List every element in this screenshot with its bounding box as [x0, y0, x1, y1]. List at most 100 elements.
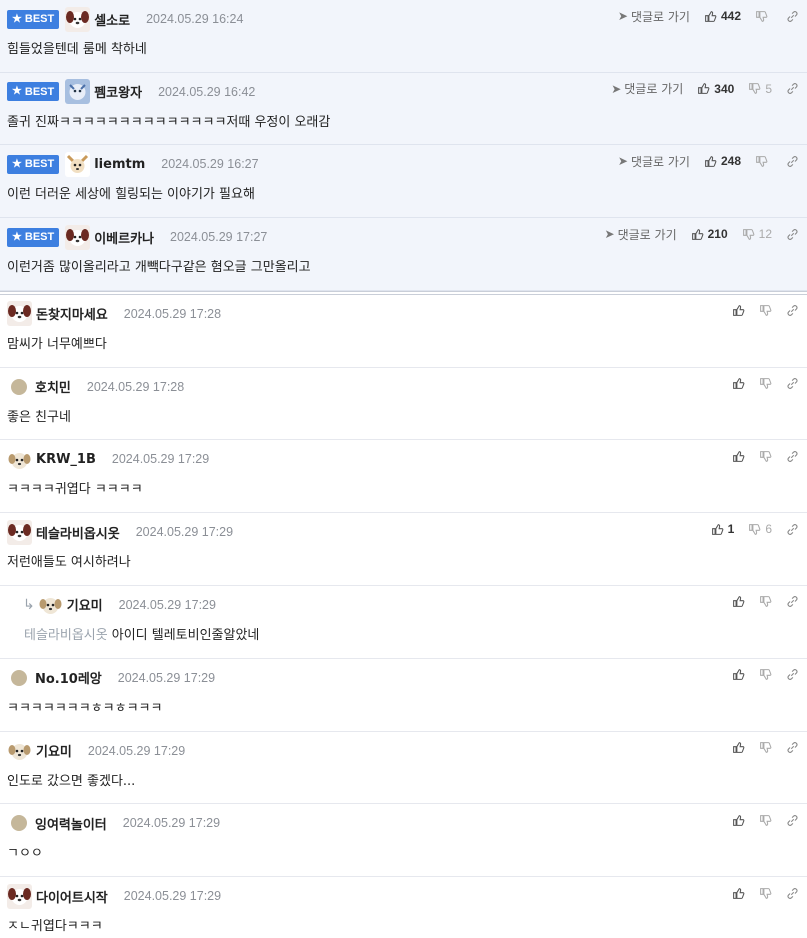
comment-date: 2024.05.29 16:27 — [161, 157, 259, 172]
thumbs-down-icon — [760, 378, 772, 389]
copy-link-button[interactable] — [786, 10, 799, 23]
nickname[interactable]: liemtm — [94, 157, 145, 172]
copy-link-button[interactable] — [786, 304, 799, 317]
avatar[interactable] — [7, 301, 32, 327]
downvote-button[interactable]: 6 — [748, 522, 772, 536]
link-icon — [787, 450, 798, 462]
upvote-count: 340 — [714, 81, 735, 96]
star-icon: ★ — [12, 157, 22, 170]
downvote-button[interactable]: 5 — [748, 82, 772, 96]
copy-link-button[interactable] — [786, 228, 799, 241]
nickname[interactable]: 돈찾지마세요 — [36, 304, 108, 323]
copy-link-button[interactable] — [786, 450, 799, 463]
nickname[interactable]: 셀소로 — [94, 10, 130, 29]
upvote-button[interactable]: 1 — [711, 522, 734, 536]
downvote-button[interactable]: 12 — [742, 227, 772, 241]
reply-arrow-icon: ↳ — [23, 596, 35, 613]
comment-actions — [732, 372, 799, 396]
nickname[interactable]: 펨코왕자 — [94, 82, 142, 101]
avatar[interactable] — [7, 883, 32, 909]
upvote-button[interactable]: 340 — [697, 82, 734, 96]
copy-link-button[interactable] — [786, 377, 799, 390]
upvote-button[interactable] — [732, 887, 745, 900]
copy-link-button[interactable] — [786, 887, 799, 900]
default-avatar-icon[interactable] — [11, 815, 27, 832]
goto-comment-link[interactable]: ➤ 댓글로 가기 — [618, 8, 690, 25]
thumbs-down-icon — [749, 523, 761, 535]
nickname[interactable]: No.10레앙 — [35, 668, 102, 687]
avatar[interactable] — [7, 519, 32, 545]
nickname[interactable]: 기요미 — [36, 741, 72, 760]
comment-date: 2024.05.29 16:24 — [146, 12, 244, 26]
avatar[interactable] — [65, 6, 91, 32]
downvote-button[interactable] — [759, 668, 772, 681]
upvote-button[interactable] — [732, 304, 745, 317]
nickname[interactable]: 테슬라비옵시옷 — [36, 523, 120, 542]
downvote-button[interactable] — [755, 10, 772, 23]
downvote-button[interactable] — [759, 741, 772, 754]
upvote-button[interactable] — [732, 595, 745, 608]
avatar[interactable] — [37, 592, 63, 618]
copy-link-button[interactable] — [786, 668, 799, 681]
comment: 돈찾지마세요 2024.05.29 17:28 맘씨가 너무예쁘다 — [0, 294, 807, 368]
copy-link-button[interactable] — [786, 523, 799, 536]
thumbs-up-icon — [733, 305, 745, 317]
default-avatar-icon[interactable] — [11, 669, 27, 686]
best-badge: ★ BEST — [7, 227, 60, 247]
dog-avatar-icon — [7, 301, 32, 327]
best-comment: ★ BEST liemtm 2024.05.29 16:27 ➤ 댓글로 가기 24… — [0, 145, 807, 219]
copy-link-button[interactable] — [786, 595, 799, 608]
nickname[interactable]: 기요미 — [67, 595, 103, 614]
downvote-button[interactable] — [759, 814, 772, 827]
downvote-button[interactable] — [759, 450, 772, 463]
star-icon: ★ — [12, 230, 22, 243]
upvote-button[interactable] — [732, 741, 745, 754]
upvote-button[interactable] — [732, 377, 745, 390]
mention-link[interactable]: 테슬라비옵시옷 — [24, 628, 108, 643]
copy-link-button[interactable] — [786, 82, 799, 95]
upvote-button[interactable]: 442 — [704, 9, 741, 23]
comment: No.10레앙 2024.05.29 17:29 ㅋㅋㅋㅋㅋㅋㅋㅎㅋㅎㅋㅋㅋ — [0, 658, 807, 732]
comment-date: 2024.05.29 17:29 — [122, 816, 221, 831]
downvote-button[interactable] — [759, 887, 772, 900]
goto-comment-link[interactable]: ➤ 댓글로 가기 — [618, 153, 690, 170]
upvote-button[interactable] — [732, 814, 745, 827]
comment-meta: KRW_1B 2024.05.29 17:29 — [7, 446, 797, 472]
comment-date: 2024.05.29 17:29 — [87, 743, 186, 758]
avatar[interactable] — [7, 738, 32, 764]
comment-actions: ➤ 댓글로 가기 442 — [618, 4, 799, 28]
comment-meta: 호치민 2024.05.29 17:28 — [7, 375, 797, 399]
comment-actions — [732, 590, 799, 614]
downvote-button[interactable] — [759, 377, 772, 390]
nickname[interactable]: 호치민 — [35, 377, 71, 396]
avatar[interactable] — [65, 151, 91, 177]
comment-actions: ➤ 댓글로 가기 340 5 — [611, 77, 799, 101]
nickname[interactable]: 다이어트시작 — [36, 887, 108, 906]
comment-meta: 기요미 2024.05.29 17:29 — [7, 738, 797, 764]
nickname[interactable]: KRW_1B — [36, 452, 96, 467]
nickname[interactable]: 잉여력놀이터 — [35, 814, 107, 833]
copy-link-button[interactable] — [786, 155, 799, 168]
link-icon — [787, 10, 798, 22]
upvote-button[interactable] — [732, 668, 745, 681]
avatar[interactable] — [7, 446, 32, 472]
upvote-button[interactable] — [732, 450, 745, 463]
goto-comment-link[interactable]: ➤ 댓글로 가기 — [605, 226, 677, 243]
copy-link-button[interactable] — [786, 814, 799, 827]
comment-actions: ➤ 댓글로 가기 248 — [618, 149, 799, 173]
avatar[interactable] — [65, 79, 91, 105]
copy-link-button[interactable] — [786, 741, 799, 754]
best-comment: ★ BEST 셀소로 2024.05.29 16:24 ➤ 댓글로 가기 442 힘… — [0, 0, 807, 73]
goto-comment-link[interactable]: ➤ 댓글로 가기 — [611, 80, 683, 97]
default-avatar-icon[interactable] — [11, 378, 27, 395]
downvote-button[interactable] — [759, 595, 772, 608]
comment-actions — [732, 736, 799, 760]
avatar[interactable] — [65, 224, 91, 250]
upvote-button[interactable]: 210 — [691, 227, 728, 241]
comment: 다이어트시작 2024.05.29 17:29 ㅈㄴ귀엽다ㅋㅋㅋ — [0, 877, 807, 938]
thumbs-up-icon — [698, 83, 710, 95]
downvote-button[interactable] — [755, 155, 772, 168]
nickname[interactable]: 이베르카나 — [94, 228, 154, 247]
upvote-button[interactable]: 248 — [704, 154, 741, 168]
downvote-button[interactable] — [759, 304, 772, 317]
